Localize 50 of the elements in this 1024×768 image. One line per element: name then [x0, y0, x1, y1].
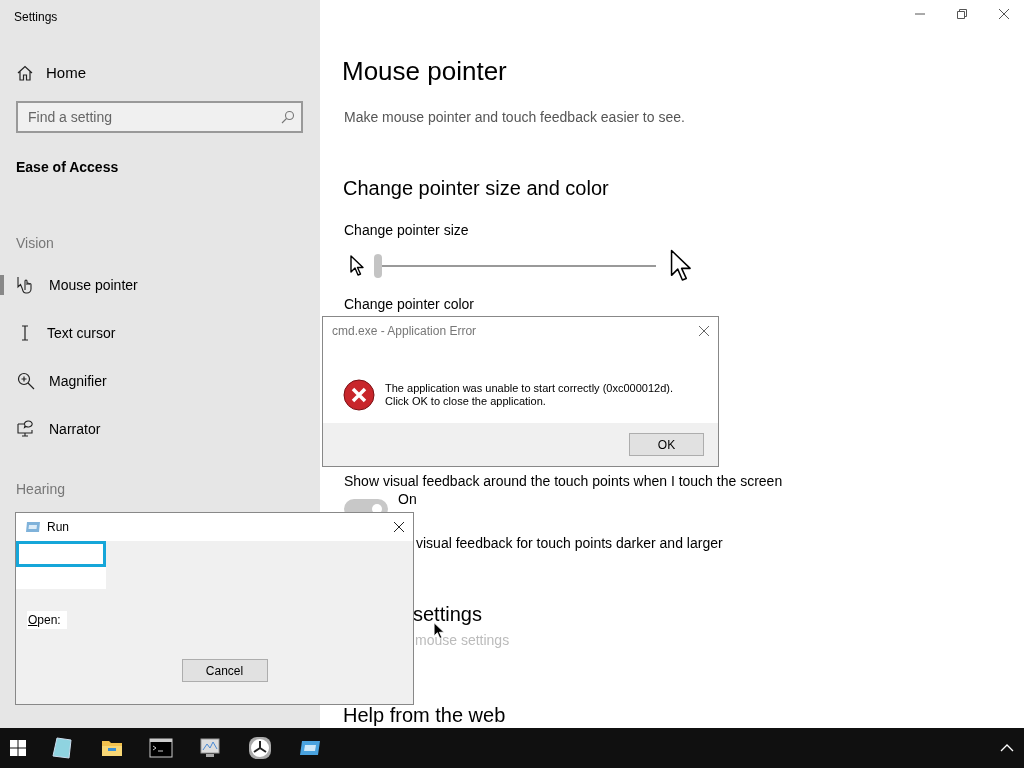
nav-item[interactable]: Magnifier — [0, 357, 320, 405]
close-icon[interactable] — [998, 8, 1010, 20]
setting-label: Change pointer size — [344, 222, 470, 238]
group-heading: Vision — [16, 235, 55, 251]
close-icon[interactable] — [393, 521, 405, 533]
dialog-title: Run — [47, 520, 69, 534]
clock-icon[interactable] — [247, 735, 273, 761]
narrator-icon — [17, 420, 35, 438]
monitor-chart-icon[interactable] — [198, 736, 222, 760]
chevron-up-icon[interactable] — [1000, 743, 1014, 753]
page-description: Make mouse pointer and touch feedback easier to see. — [344, 109, 686, 125]
nav-label: Text cursor — [47, 325, 116, 341]
nav-item[interactable]: Mouse pointer — [0, 261, 320, 309]
input-field[interactable] — [16, 541, 106, 567]
page-title: Mouse pointer — [342, 56, 508, 87]
terminal-icon[interactable] — [149, 736, 173, 760]
setting-label: visual feedback for touch points darker and larger — [416, 535, 724, 551]
hand-pointer-icon — [17, 276, 35, 294]
nav-item[interactable]: Text cursor — [0, 309, 320, 357]
setting-label: Show visual feedback around the touch points when I touch the screen — [344, 473, 784, 489]
group-heading: Hearing — [16, 481, 67, 497]
home-icon — [17, 64, 33, 81]
nav-label: Magnifier — [49, 373, 107, 389]
nav-label: Narrator — [49, 421, 101, 437]
nav-label: Mouse pointer — [49, 277, 138, 293]
category-title: Ease of Access — [16, 159, 120, 175]
home-link[interactable]: Home — [46, 64, 86, 81]
section-heading: Help from the web — [343, 705, 506, 726]
section-heading: settings — [413, 603, 482, 626]
toggle-label: On — [398, 491, 417, 507]
error-message: The application was unable to start correctly (0xc000012d). Click OK to close the application. — [385, 382, 673, 408]
open-label: Open: — [27, 611, 67, 629]
setting-label: Change pointer color — [344, 296, 475, 312]
start-icon[interactable] — [10, 740, 26, 756]
error-icon — [343, 379, 375, 411]
window-icon — [25, 521, 41, 533]
search-field[interactable]: Find a setting — [16, 101, 303, 133]
window-title: Settings — [14, 10, 59, 24]
slider-thumb[interactable] — [374, 254, 382, 278]
dialog-title: cmd.exe - Application Error — [332, 324, 477, 338]
large-cursor-icon — [670, 248, 692, 284]
small-cursor-icon — [350, 255, 364, 277]
section-heading: Change pointer size and color — [343, 177, 609, 200]
glass-pane-icon[interactable] — [51, 736, 75, 760]
search-icon — [281, 110, 295, 124]
restore-icon[interactable] — [956, 8, 968, 20]
cancel-button[interactable]: Cancel — [181, 659, 268, 682]
ok-button[interactable]: OK — [629, 433, 704, 456]
magnifier-icon — [17, 372, 35, 390]
nav-item[interactable]: Narrator — [0, 405, 320, 453]
